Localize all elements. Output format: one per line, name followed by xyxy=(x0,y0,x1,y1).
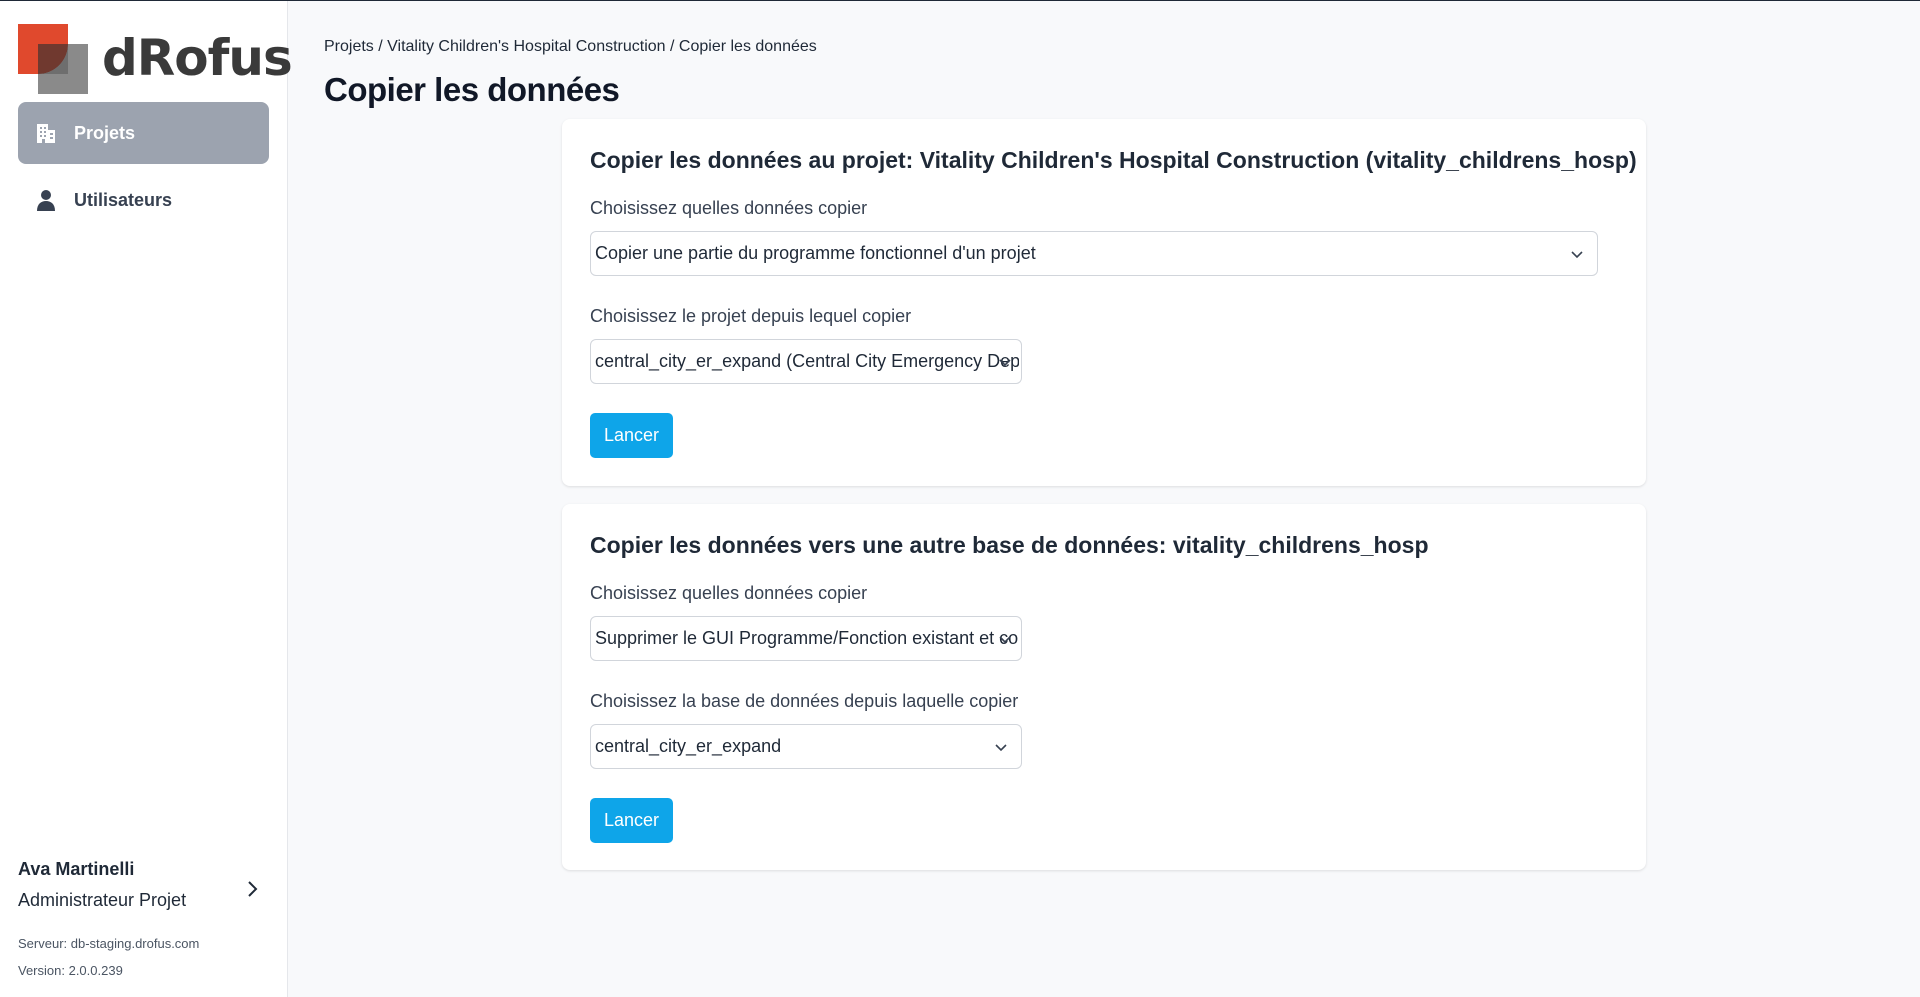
sidebar: dRofus Projets Utilisateurs Ava Martinel… xyxy=(0,1,293,997)
chevron-down-icon xyxy=(999,359,1011,367)
sidebar-item-projets[interactable]: Projets xyxy=(18,102,269,164)
card-title: Copier les données vers une autre base d… xyxy=(590,532,1429,558)
source-database-label: Choisissez la base de données depuis laq… xyxy=(590,691,1019,711)
user-role: Administrateur Projet xyxy=(18,890,187,910)
data-type-select[interactable]: Copier une partie du programme fonctionn… xyxy=(590,231,1598,276)
source-project-label: Choisissez le projet depuis lequel copie… xyxy=(590,306,912,326)
sidebar-item-label: Utilisateurs xyxy=(74,189,173,210)
select-value: central_city_er_expand xyxy=(595,736,782,756)
data-type-label: Choisissez quelles données copier xyxy=(590,583,868,603)
user-icon xyxy=(37,190,55,211)
page-title: Copier les données xyxy=(324,71,620,108)
sidebar-item-label: Projets xyxy=(74,122,136,143)
launch-button[interactable]: Lancer xyxy=(590,798,674,843)
chevron-down-icon xyxy=(999,636,1011,644)
source-database-select[interactable]: central_city_er_expand xyxy=(590,724,1022,769)
source-project-select[interactable]: central_city_er_expand (Central City Eme… xyxy=(590,339,1022,384)
data-type-select[interactable]: Supprimer le GUI Programme/Fonction exis… xyxy=(590,616,1022,661)
breadcrumb: Projets / Vitality Children's Hospital C… xyxy=(324,38,817,55)
brand-name: dRofus xyxy=(102,29,293,87)
copy-to-database-card: Copier les données vers une autre base d… xyxy=(562,504,1646,870)
select-value: Copier une partie du programme fonctionn… xyxy=(595,243,1036,263)
copy-to-project-card: Copier les données au projet: Vitality C… xyxy=(562,119,1646,486)
launch-button[interactable]: Lancer xyxy=(590,413,674,458)
user-profile[interactable]: Ava Martinelli Administrateur Projet xyxy=(18,859,268,911)
drofus-logo[interactable]: dRofus xyxy=(18,24,293,94)
sidebar-item-utilisateurs[interactable]: Utilisateurs xyxy=(18,169,269,231)
card-title: Copier les données au projet: Vitality C… xyxy=(590,147,1637,173)
building-icon xyxy=(37,124,55,143)
select-value: Supprimer le GUI Programme/Fonction exis… xyxy=(595,628,1019,648)
chevron-right-icon[interactable] xyxy=(244,877,262,901)
user-name: Ava Martinelli xyxy=(18,859,135,879)
data-type-label: Choisissez quelles données copier xyxy=(590,198,868,218)
chevron-down-icon xyxy=(1571,251,1583,259)
chevron-down-icon xyxy=(995,744,1007,752)
select-value: central_city_er_expand (Central City Eme… xyxy=(595,351,1019,371)
version-info: Version: 2.0.0.239 xyxy=(18,963,123,978)
logo-mark-icon xyxy=(18,24,88,94)
server-info: Serveur: db-staging.drofus.com xyxy=(18,936,200,951)
